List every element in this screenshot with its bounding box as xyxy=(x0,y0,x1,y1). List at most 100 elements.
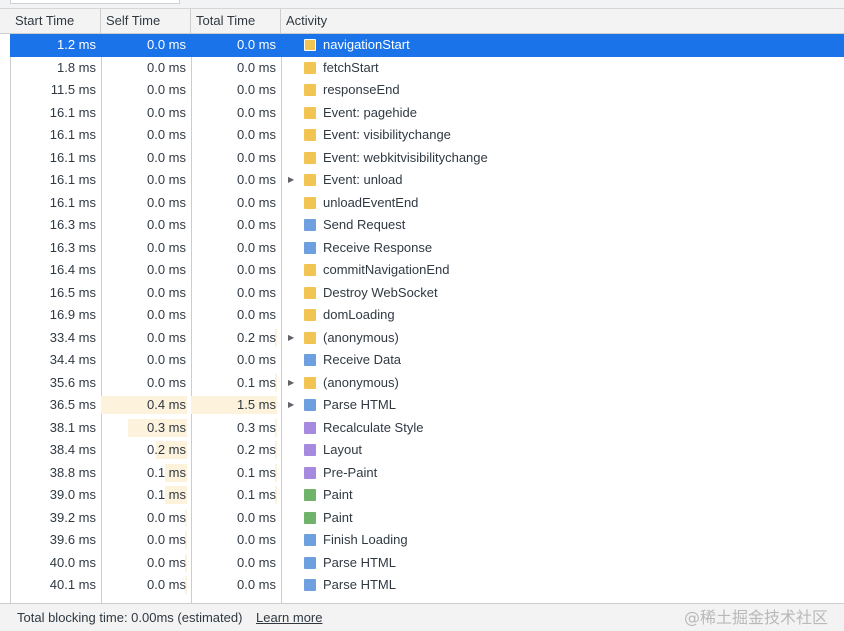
activity-label: Parse HTML xyxy=(323,397,396,412)
total-time-cell: 0.0 ms xyxy=(236,172,276,187)
category-swatch-icon xyxy=(304,466,316,479)
start-time-cell: 11.5 ms xyxy=(50,82,96,97)
start-time-cell: 16.1 ms xyxy=(49,172,96,187)
total-time-cell: 0.1 ms xyxy=(236,464,276,480)
column-header-total-time[interactable]: Total Time xyxy=(191,9,281,34)
category-swatch-icon xyxy=(304,534,316,546)
activity-label: Event: visibilitychange xyxy=(323,127,451,142)
category-swatch-icon xyxy=(304,511,316,524)
self-time-cell: 0.0 ms xyxy=(146,262,186,277)
expand-triangle-icon[interactable]: ▶ xyxy=(288,394,296,417)
start-time-cell: 40.1 ms xyxy=(49,577,96,592)
start-time-cell: 1.2 ms xyxy=(56,37,96,52)
start-time-cell: 33.4 ms xyxy=(49,329,96,345)
start-time-cell: 39.0 ms xyxy=(49,487,96,502)
table-row[interactable]: 16.9 ms 0.0 ms 0.0 ms domLoading xyxy=(10,304,844,327)
table-row[interactable]: 33.4 ms 0.0 ms 0.2 ms ▶ (anonymous) xyxy=(10,327,844,350)
category-swatch-icon xyxy=(304,106,316,119)
activity-label: Event: unload xyxy=(323,172,403,187)
table-row[interactable]: 16.3 ms 0.0 ms 0.0 ms Send Request xyxy=(10,214,844,237)
activity-label: Paint xyxy=(323,509,353,525)
start-time-cell: 38.4 ms xyxy=(49,442,96,457)
table-row[interactable]: 16.4 ms 0.0 ms 0.0 ms commitNavigationEnd xyxy=(10,259,844,282)
expand-triangle-icon[interactable]: ▶ xyxy=(288,169,296,192)
table-row[interactable]: 39.2 ms 0.0 ms 0.0 ms Paint xyxy=(10,507,844,530)
start-time-cell: 35.6 ms xyxy=(49,374,96,390)
table-row[interactable]: 38.1 ms 0.3 ms 0.3 ms Recalculate Style xyxy=(10,417,844,440)
learn-more-link[interactable]: Learn more xyxy=(256,604,322,631)
total-blocking-time: Total blocking time: 0.00ms (estimated) xyxy=(17,610,243,625)
activity-label: fetchStart xyxy=(323,59,379,75)
table-row[interactable]: 36.5 ms 0.4 ms 1.5 ms ▶ Parse HTML xyxy=(10,394,844,417)
table-row[interactable]: 16.5 ms 0.0 ms 0.0 ms Destroy WebSocket xyxy=(10,282,844,305)
category-swatch-icon xyxy=(304,579,316,591)
category-swatch-icon xyxy=(304,376,316,389)
total-time-cell: 0.0 ms xyxy=(236,554,276,570)
start-time-cell: 39.6 ms xyxy=(49,532,96,547)
start-time-cell: 38.8 ms xyxy=(49,464,96,480)
table-row[interactable]: 16.1 ms 0.0 ms 0.0 ms Event: webkitvisibili… xyxy=(10,147,844,170)
start-time-cell: 16.4 ms xyxy=(49,262,96,277)
table-row[interactable]: 1.8 ms 0.0 ms 0.0 ms fetchStart xyxy=(10,57,844,80)
table-row[interactable]: 11.5 ms 0.0 ms 0.0 ms responseEnd xyxy=(10,79,844,102)
activity-label: Parse HTML xyxy=(323,577,396,592)
total-time-cell: 0.0 ms xyxy=(236,509,276,525)
activity-label: Destroy WebSocket xyxy=(323,284,438,300)
table-row[interactable]: 35.6 ms 0.0 ms 0.1 ms ▶ (anonymous) xyxy=(10,372,844,395)
table-row[interactable]: 39.6 ms 0.0 ms 0.0 ms Finish Loading xyxy=(10,529,844,552)
self-time-cell: 0.0 ms xyxy=(146,172,186,187)
self-time-cell: 0.3 ms xyxy=(146,419,186,435)
total-time-cell: 0.0 ms xyxy=(236,262,276,277)
column-header-start-time[interactable]: Start Time xyxy=(10,9,101,34)
expand-triangle-icon[interactable]: ▶ xyxy=(288,372,296,395)
table-body: 1.2 ms 0.0 ms 0.0 ms navigationStart 1.8 ms 0… xyxy=(10,34,844,597)
toolbar-strip xyxy=(0,0,844,9)
self-time-cell: 0.0 ms xyxy=(146,374,186,390)
column-header-self-time[interactable]: Self Time xyxy=(101,9,191,34)
start-time-cell: 16.3 ms xyxy=(49,239,96,255)
table-row[interactable]: 1.2 ms 0.0 ms 0.0 ms navigationStart xyxy=(10,34,844,57)
self-time-cell: 0.0 ms xyxy=(146,577,186,592)
start-time-cell: 36.5 ms xyxy=(49,397,96,412)
table-row[interactable]: 38.4 ms 0.2 ms 0.2 ms Layout xyxy=(10,439,844,462)
table-row[interactable]: 38.8 ms 0.1 ms 0.1 ms Pre-Paint xyxy=(10,462,844,485)
activity-label: Event: webkitvisibilitychange xyxy=(323,149,488,165)
total-time-cell: 0.1 ms xyxy=(236,374,276,390)
self-time-cell: 0.0 ms xyxy=(146,284,186,300)
category-swatch-icon xyxy=(304,84,316,96)
total-time-cell: 0.0 ms xyxy=(236,284,276,300)
self-time-cell: 0.0 ms xyxy=(146,59,186,75)
start-time-cell: 34.4 ms xyxy=(49,352,96,367)
self-time-cell: 0.0 ms xyxy=(146,532,186,547)
table-row[interactable]: 16.1 ms 0.0 ms 0.0 ms unloadEventEnd xyxy=(10,192,844,215)
total-time-cell: 1.5 ms xyxy=(236,397,276,412)
category-swatch-icon xyxy=(304,151,316,164)
start-time-cell: 40.0 ms xyxy=(49,554,96,570)
self-time-cell: 0.0 ms xyxy=(146,239,186,255)
filter-input[interactable] xyxy=(10,0,180,4)
self-time-cell: 0.2 ms xyxy=(146,442,186,457)
table-row[interactable]: 16.3 ms 0.0 ms 0.0 ms Receive Response xyxy=(10,237,844,260)
activity-label: Layout xyxy=(323,442,363,457)
table-row[interactable]: 40.0 ms 0.0 ms 0.0 ms Parse HTML xyxy=(10,552,844,575)
category-swatch-icon xyxy=(304,61,316,74)
total-time-cell: 0.0 ms xyxy=(236,194,276,210)
start-time-cell: 38.1 ms xyxy=(49,419,96,435)
table-row[interactable]: 39.0 ms 0.1 ms 0.1 ms Paint xyxy=(10,484,844,507)
self-time-cell: 0.0 ms xyxy=(146,37,186,52)
self-time-cell: 0.0 ms xyxy=(146,194,186,210)
activity-label: (anonymous) xyxy=(323,329,399,345)
table-row[interactable]: 16.1 ms 0.0 ms 0.0 ms ▶ Event: unload xyxy=(10,169,844,192)
activity-label: Pre-Paint xyxy=(323,464,378,480)
bottom-up-table: Start Time Self Time Total Time Activity… xyxy=(0,9,844,603)
table-row[interactable]: 16.1 ms 0.0 ms 0.0 ms Event: pagehide xyxy=(10,102,844,125)
self-time-cell: 0.1 ms xyxy=(146,487,186,502)
table-row[interactable]: 16.1 ms 0.0 ms 0.0 ms Event: visibilitychan… xyxy=(10,124,844,147)
category-swatch-icon xyxy=(304,219,316,231)
activity-label: domLoading xyxy=(323,307,395,322)
expand-triangle-icon[interactable]: ▶ xyxy=(288,327,296,350)
total-time-cell: 0.0 ms xyxy=(236,104,276,120)
table-row[interactable]: 40.1 ms 0.0 ms 0.0 ms Parse HTML xyxy=(10,574,844,597)
column-header-activity[interactable]: Activity xyxy=(281,9,844,34)
table-row[interactable]: 34.4 ms 0.0 ms 0.0 ms Receive Data xyxy=(10,349,844,372)
